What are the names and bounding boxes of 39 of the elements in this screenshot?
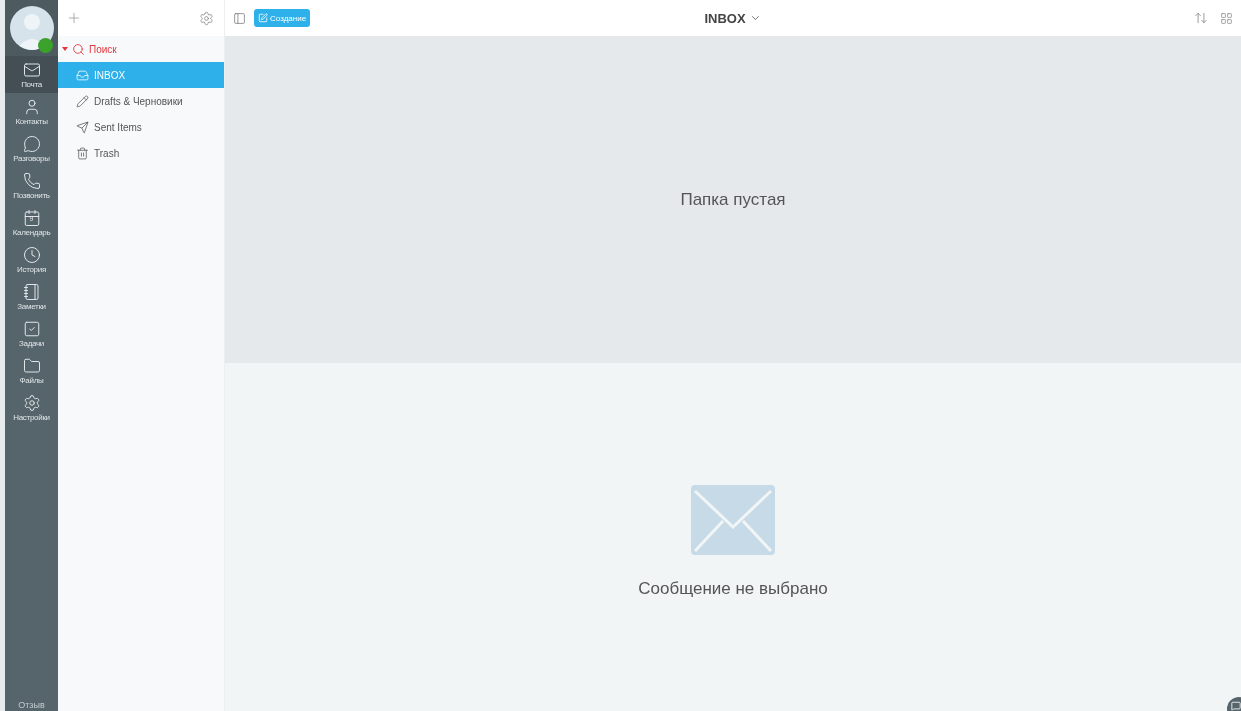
nav-item[interactable]: Настройки [5,389,58,426]
folder-title[interactable]: INBOX [704,10,762,26]
nav-item[interactable]: Почта [5,56,58,93]
trash-icon [76,146,89,160]
paper-plane-icon [76,120,89,134]
add-icon[interactable] [66,10,82,26]
folder-item[interactable]: Sent Items [58,114,224,140]
panel-toggle-icon[interactable] [233,11,246,25]
folder-icon [22,356,41,375]
chat-icon [1231,701,1241,711]
folder-item[interactable]: Trash [58,140,224,166]
envelope-icon [691,485,775,555]
clock-icon [22,245,41,264]
feedback-link[interactable]: Отзыв [5,700,58,711]
nav-item[interactable]: Файлы [5,352,58,389]
speech-bubble-icon [22,134,41,153]
phone-icon [22,171,41,190]
nav-item[interactable]: Заметки [5,278,58,315]
layout-icon[interactable] [1220,11,1233,25]
settings-icon[interactable] [199,10,214,26]
pencil-icon [76,94,89,108]
inbox-icon [76,68,89,82]
nav-item[interactable]: Позвонить [5,167,58,204]
nav-item[interactable]: История [5,241,58,278]
notebook-icon [22,282,41,301]
settings-icon [22,393,41,412]
avatar[interactable] [9,6,54,50]
search-icon [72,42,85,56]
nav-item[interactable]: Разговоры [5,130,58,167]
folder-item[interactable]: Drafts & Черновики [58,88,224,114]
empty-message: Сообщение не выбрано [638,579,828,599]
search-item[interactable]: Поиск [58,36,224,62]
nav-item[interactable]: Задачи [5,315,58,352]
checkbox-icon [22,319,41,338]
nav-item[interactable]: Контакты [5,93,58,130]
empty-message: Папка пустая [680,189,786,210]
pen-square-icon [258,13,268,23]
sort-icon[interactable] [1194,11,1208,25]
envelope-icon [22,60,41,79]
